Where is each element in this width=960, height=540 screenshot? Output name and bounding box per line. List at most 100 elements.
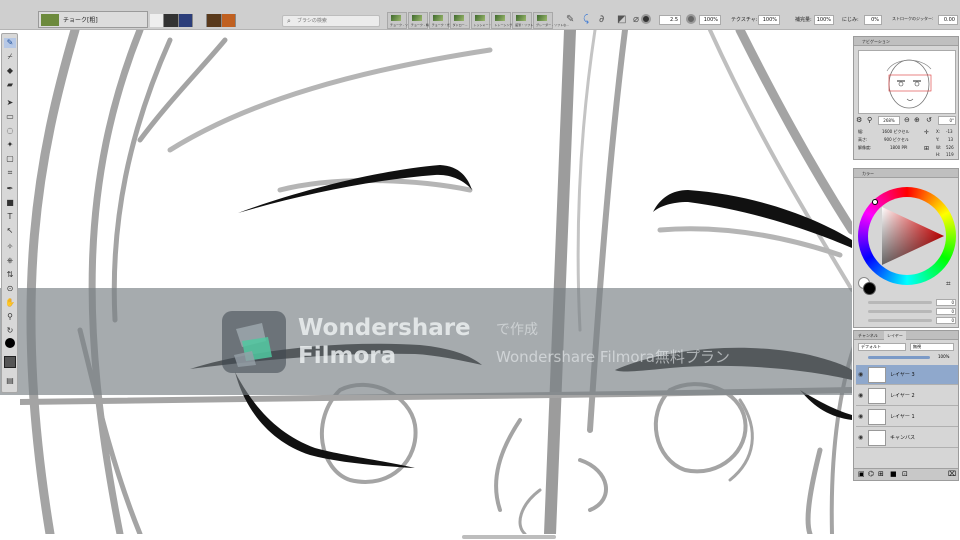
- size-field[interactable]: 2.5: [659, 15, 681, 25]
- recent-brush-strip: チョーク - ソフトな太... チョーク - 精... チョーク・光... ダド…: [387, 12, 569, 29]
- media-selector-icon[interactable]: ▤: [4, 376, 16, 386]
- layers-panel-tabs: チャンネル レイヤー: [854, 331, 958, 340]
- divine-proportion-icon[interactable]: ✧: [4, 242, 16, 252]
- recent-brush[interactable]: レッシャー・ソフトな...: [470, 12, 506, 29]
- composite-method-select[interactable]: デフォルト: [858, 343, 906, 351]
- rotation-field[interactable]: 0°: [938, 116, 956, 125]
- layer-adjuster-icon[interactable]: ➤: [4, 98, 16, 108]
- dropper-tool-icon[interactable]: ⌿: [4, 52, 16, 62]
- recent-brush[interactable]: チョーク - 精...: [407, 12, 432, 29]
- zoom-field[interactable]: 268%: [878, 116, 900, 125]
- eraser-tool-icon[interactable]: ▰: [4, 80, 16, 90]
- brush-search-input[interactable]: [297, 16, 377, 26]
- shape-icon[interactable]: ■: [4, 198, 16, 208]
- texture-swatches[interactable]: [150, 14, 236, 27]
- brush-preset-selector[interactable]: チョーク[粗]: [38, 11, 148, 28]
- width-label: 幅:: [858, 129, 864, 134]
- horizontal-scroll-handle[interactable]: [462, 535, 556, 539]
- rotate-icon[interactable]: ↺: [926, 116, 932, 124]
- opacity-field[interactable]: 100%: [699, 15, 721, 25]
- layer-row[interactable]: ◉ レイヤー 2: [856, 386, 958, 406]
- brush-search[interactable]: ⌕: [282, 15, 380, 27]
- recent-brush[interactable]: グレーダー - ソフトな...: [533, 12, 569, 29]
- dab-icon[interactable]: ◩: [617, 14, 626, 25]
- eye-icon[interactable]: ◉: [858, 371, 863, 378]
- tab-layers[interactable]: レイヤー: [884, 331, 906, 340]
- navigator-thumbnail[interactable]: [858, 50, 956, 114]
- layer-commands-icon[interactable]: ▣: [858, 470, 865, 478]
- rotate-page-icon[interactable]: ↻: [4, 326, 16, 336]
- brush-preset-thumbnail: [41, 14, 59, 26]
- composite-depth-select[interactable]: 無視: [910, 343, 954, 351]
- pen-icon[interactable]: ✒: [4, 184, 16, 194]
- new-layer-icon[interactable]: ⊞: [878, 470, 884, 478]
- toolbox: ✎ ⌿ ◆ ▰ ➤ ▭ ◌ ✦ ▢ ⌗ ✒ ■ T ↖ ✧ ⎈ ⇅ ⊙ ✋ ⚲ …: [1, 33, 18, 393]
- navigator-settings-icon[interactable]: ⚙: [856, 116, 862, 124]
- brush-control-icon[interactable]: ⤹: [583, 14, 589, 25]
- x-value: -13: [946, 129, 953, 134]
- color-slider-1[interactable]: [868, 301, 932, 304]
- tab-channels[interactable]: チャンネル: [858, 331, 878, 340]
- color-slider-3[interactable]: [868, 319, 932, 322]
- mask-icon[interactable]: ■: [890, 470, 897, 478]
- zoom-in-icon[interactable]: ⊕: [914, 116, 920, 124]
- selection-adjuster-icon[interactable]: ▢: [4, 154, 16, 164]
- paper-texture-swatch[interactable]: [4, 356, 16, 368]
- color-panel-title: カラー: [854, 169, 958, 178]
- color-slider-3-value[interactable]: 0: [936, 317, 956, 324]
- color-slider-2-value[interactable]: 0: [936, 308, 956, 315]
- recent-brush[interactable]: チョーク - ソフトな太...: [387, 12, 423, 29]
- jitter-field[interactable]: 0.00: [938, 15, 958, 25]
- layer-opacity-slider[interactable]: [868, 356, 930, 359]
- stroke-icon[interactable]: ∂: [599, 14, 604, 25]
- zoom-icon[interactable]: ⚲: [867, 116, 872, 124]
- eye-icon[interactable]: ◉: [858, 392, 863, 399]
- brush-tool-icon[interactable]: ✎: [4, 38, 16, 48]
- magic-wand-icon[interactable]: ✦: [4, 140, 16, 150]
- kaleidoscope-icon[interactable]: ⊙: [4, 284, 16, 294]
- brush-tool-icon[interactable]: ✎: [566, 14, 574, 25]
- main-color-swatch[interactable]: [5, 338, 15, 348]
- shape-selection-icon[interactable]: ↖: [4, 226, 16, 236]
- color-slider-1-value[interactable]: 0: [936, 299, 956, 306]
- fill-tool-icon[interactable]: ◆: [4, 66, 16, 76]
- watermark-brand-line1: Wondershare: [298, 315, 471, 341]
- y-label: Y:: [936, 137, 940, 142]
- layer-opacity-row: 100%: [858, 354, 954, 361]
- lock-icon[interactable]: ⊡: [902, 470, 908, 478]
- layer-row[interactable]: ◉ レイヤー 1: [856, 407, 958, 427]
- drawing-canvas[interactable]: [20, 30, 852, 534]
- bleed-field[interactable]: 0%: [864, 15, 882, 25]
- layer-row[interactable]: ◉ レイヤー 3: [856, 365, 958, 385]
- grabber-icon[interactable]: ✋: [4, 298, 16, 308]
- blend-field[interactable]: 100%: [814, 15, 834, 25]
- filmora-logo-icon: [222, 311, 286, 373]
- rect-select-icon[interactable]: ▭: [4, 112, 16, 122]
- recent-brush[interactable]: 鉛筆・ソフトな...: [512, 12, 539, 29]
- lasso-icon[interactable]: ◌: [4, 126, 16, 136]
- main-color-swatch[interactable]: [863, 282, 876, 295]
- cloner-icon[interactable]: ⎈: [4, 256, 16, 266]
- brush-preset-name: チョーク[粗]: [63, 17, 98, 24]
- eyedropper-icon[interactable]: ⌀: [633, 14, 639, 25]
- dynamic-plugins-icon[interactable]: ⌬: [868, 470, 874, 478]
- trash-icon[interactable]: ⌧: [948, 470, 956, 478]
- color-eyedropper-icon[interactable]: ⌗: [946, 279, 951, 289]
- hue-marker[interactable]: [872, 199, 878, 205]
- color-slider-2[interactable]: [868, 310, 932, 313]
- recent-brush[interactable]: トレーシング...: [491, 12, 515, 29]
- zoom-out-icon[interactable]: ⊖: [904, 116, 910, 124]
- recent-brush[interactable]: チョーク・光...: [428, 12, 453, 29]
- texture-field[interactable]: 100%: [758, 15, 780, 25]
- eye-icon[interactable]: ◉: [858, 434, 863, 441]
- eye-icon[interactable]: ◉: [858, 413, 863, 420]
- layer-row[interactable]: ◉ キャンバス: [856, 428, 958, 448]
- layer-name: レイヤー 3: [890, 372, 915, 378]
- crop-icon[interactable]: ⌗: [4, 168, 16, 178]
- magnifier-icon[interactable]: ⚲: [4, 312, 16, 322]
- h-value: 119: [946, 152, 954, 157]
- text-icon[interactable]: T: [4, 212, 16, 222]
- selection-size-icon: ⊞: [924, 145, 930, 152]
- mirror-icon[interactable]: ⇅: [4, 270, 16, 280]
- recent-brush[interactable]: ダドロー...: [449, 12, 470, 29]
